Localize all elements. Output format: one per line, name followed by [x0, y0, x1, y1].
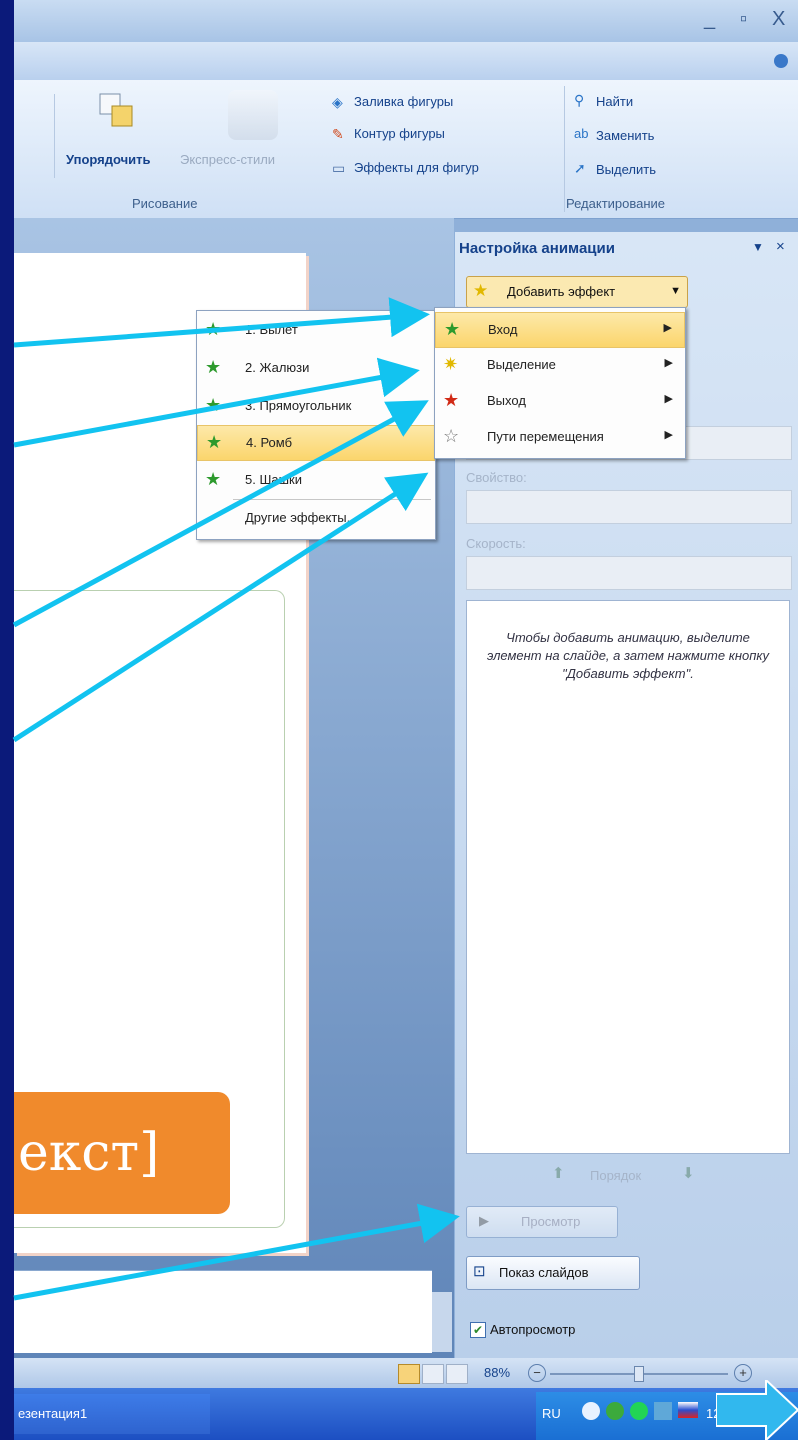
zoom-level[interactable]: 88% — [484, 1365, 510, 1380]
slideshow-icon: ⊡ — [473, 1263, 486, 1280]
replace-button[interactable]: Заменить — [596, 128, 654, 143]
autopreview-label: Автопросмотр — [490, 1322, 576, 1337]
emphasis-star-icon: ✷ — [443, 354, 459, 374]
submenu-arrow-icon: ▶ — [664, 393, 673, 405]
slide-text: екст] — [18, 1123, 160, 1183]
chevron-down-icon: ▼ — [670, 285, 681, 297]
minimize-button[interactable]: _ — [704, 8, 715, 31]
shape-outline-button[interactable]: Контур фигуры — [354, 126, 445, 141]
language-indicator[interactable]: RU — [542, 1406, 561, 1421]
entrance-effects-submenu: ★ 1. Вылет ★ 2. Жалюзи ★ 3. Прямоугольник ★… — [196, 310, 436, 540]
menu-item-exit[interactable]: ★ Выход ▶ — [435, 384, 685, 418]
shape-effects-button[interactable]: Эффекты для фигур — [354, 160, 479, 175]
tray-app-icon[interactable] — [582, 1402, 600, 1420]
menu-item-fly-in[interactable]: ★ 1. Вылет — [197, 313, 435, 347]
shape-fill-icon: ◈ — [332, 94, 343, 110]
add-effect-label: Добавить эффект — [507, 284, 616, 299]
zoom-slider-thumb[interactable] — [634, 1366, 644, 1382]
shapes-gallery[interactable] — [14, 94, 55, 178]
move-up-icon[interactable]: ⬆ — [552, 1164, 565, 1182]
tray-app-icon[interactable] — [606, 1402, 624, 1420]
exit-star-icon: ★ — [443, 390, 460, 410]
move-down-icon[interactable]: ⬇ — [682, 1164, 695, 1182]
select-icon: ➚ — [574, 160, 586, 176]
slide-sorter-icon[interactable] — [422, 1364, 444, 1384]
pane-close-icon[interactable]: × — [776, 238, 785, 255]
shape-effects-icon: ▭ — [332, 160, 346, 176]
next-slide-arrow-icon[interactable] — [716, 1380, 798, 1440]
effect-star-icon: ★ — [205, 469, 222, 489]
menu-item-box[interactable]: ★ 3. Прямоугольник — [197, 389, 435, 423]
add-effect-menu: ★ Вход ▶ ✷ Выделение ▶ ★ Выход ▶ ☆ Пути перемещ… — [434, 307, 686, 459]
menu-separator — [233, 499, 431, 500]
quick-styles-icon — [228, 90, 278, 140]
drawing-group-label: Рисование — [132, 196, 198, 211]
menu-item-motion-paths[interactable]: ☆ Пути перемещения ▶ — [435, 420, 685, 454]
group-divider — [564, 86, 565, 212]
slideshow-view-icon[interactable] — [446, 1364, 468, 1384]
motion-path-star-icon: ☆ — [443, 426, 460, 446]
autopreview-checkbox[interactable]: ✔ Автопросмотр — [466, 1320, 666, 1344]
pane-title: Настройка анимации — [459, 240, 615, 257]
menu-item-diamond[interactable]: ★ 4. Ромб — [197, 425, 435, 461]
effect-star-icon: ★ — [205, 357, 222, 377]
slideshow-label: Показ слайдов — [499, 1265, 589, 1280]
speed-select[interactable] — [466, 556, 792, 590]
effect-star-icon: ★ — [206, 432, 223, 452]
property-label: Свойство: — [466, 470, 527, 485]
ribbon: Упорядочить Экспресс-стили ◈ Заливка фиг… — [14, 80, 798, 219]
slide-text-box[interactable]: екст] — [14, 1092, 230, 1214]
find-button[interactable]: Найти — [596, 94, 633, 109]
submenu-arrow-icon: ▶ — [664, 357, 673, 369]
menu-item-entrance[interactable]: ★ Вход ▶ — [435, 312, 685, 348]
menu-item-emphasis[interactable]: ✷ Выделение ▶ — [435, 348, 685, 382]
property-select[interactable] — [466, 490, 792, 524]
shape-outline-icon: ✎ — [332, 126, 344, 142]
order-label: Порядок — [590, 1168, 642, 1183]
animation-hint-text: Чтобы добавить анимацию, выделите элемен… — [486, 630, 770, 681]
ribbon-tabs-bar — [14, 42, 798, 80]
taskbar-window-button[interactable]: езентация1 — [14, 1394, 210, 1434]
menu-item-blinds[interactable]: ★ 2. Жалюзи — [197, 351, 435, 385]
shape-fill-button[interactable]: Заливка фигуры — [354, 94, 453, 109]
menu-item-checkerboard[interactable]: ★ 5. Шашки — [197, 463, 435, 497]
animation-list[interactable]: Чтобы добавить анимацию, выделите элемен… — [466, 600, 790, 1154]
select-button[interactable]: Выделить — [596, 162, 656, 177]
restore-button[interactable]: ▫ — [740, 8, 747, 31]
taskbar-window-label: езентация1 — [18, 1406, 88, 1421]
find-icon: ⚲ — [574, 92, 585, 108]
effect-star-icon: ★ — [205, 395, 222, 415]
notes-scrollbar[interactable] — [432, 1292, 452, 1352]
normal-view-icon[interactable] — [398, 1364, 420, 1384]
pane-dropdown-icon[interactable]: ▼ — [752, 240, 764, 254]
slideshow-button[interactable]: ⊡ Показ слайдов — [466, 1256, 640, 1290]
replace-icon: ab — [574, 126, 589, 141]
add-effect-star-icon: ★ — [473, 281, 489, 300]
checkbox-checked-icon: ✔ — [470, 1322, 486, 1338]
tray-flag-icon[interactable] — [678, 1402, 698, 1418]
submenu-arrow-icon: ▶ — [664, 429, 673, 441]
preview-label: Просмотр — [521, 1214, 581, 1229]
menu-item-more-effects[interactable]: Другие эффекты... — [197, 501, 435, 535]
notes-area[interactable] — [14, 1270, 432, 1353]
title-bar: _ ▫ X — [14, 0, 798, 42]
close-button[interactable]: X — [772, 8, 785, 31]
tray-network-icon[interactable] — [654, 1402, 672, 1420]
arrange-button[interactable]: Упорядочить — [66, 152, 151, 167]
help-icon[interactable] — [774, 54, 788, 68]
arrange-icon — [98, 92, 136, 130]
entrance-star-icon: ★ — [444, 319, 461, 339]
quick-styles-button[interactable]: Экспресс-стили — [180, 152, 275, 167]
tray-app-icon[interactable] — [630, 1402, 648, 1420]
zoom-out-icon[interactable]: − — [528, 1364, 546, 1382]
preview-button[interactable]: ▶ Просмотр — [466, 1206, 618, 1238]
speed-label: Скорость: — [466, 536, 526, 551]
effect-star-icon: ★ — [205, 319, 222, 339]
editing-group-label: Редактирование — [566, 196, 666, 211]
play-icon: ▶ — [479, 1213, 489, 1228]
add-effect-button[interactable]: ★ Добавить эффект ▼ — [466, 276, 688, 308]
submenu-arrow-icon: ▶ — [663, 322, 672, 334]
